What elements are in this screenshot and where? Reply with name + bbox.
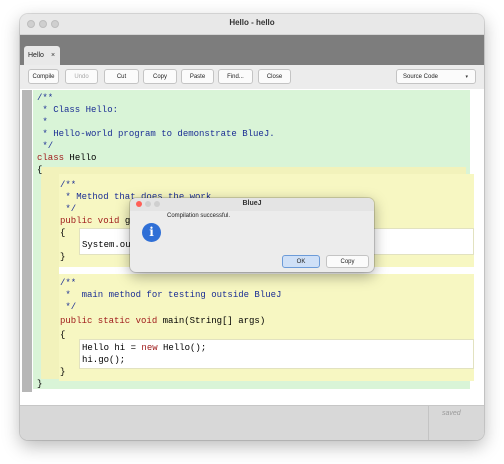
code-line: { [37,165,43,175]
code-line: public void g [60,215,130,227]
info-icon: i [142,223,161,242]
keyword: class [37,153,65,163]
compile-button[interactable]: Compile [28,69,59,84]
tab-bar: Hello × [20,35,484,65]
close-button[interactable]: Close [258,69,291,84]
window-title: Hello - hello [229,18,275,27]
chevron-down-icon: ▾ [465,74,468,80]
code-line: { [60,330,66,340]
keyword: new [141,343,158,353]
code-line: public static void main(String[] args) [60,315,265,327]
ok-button[interactable]: OK [282,255,320,268]
code-token: Hello hi = [82,343,142,353]
code-line: } [60,367,66,377]
status-bar: saved [20,405,484,440]
code-line: * [37,117,48,127]
code-line: class Hello [37,152,96,164]
code-line: } [37,379,43,389]
code-line: { [60,228,66,238]
editor-toolbar: Compile Undo Cut Copy Paste Find... Clos… [20,65,484,89]
code-line: System.ou [82,240,131,250]
view-selector[interactable]: Source Code ▾ [396,69,476,84]
dialog-title-bar: BlueJ [130,198,374,211]
code-line: * Class Hello: [37,105,119,115]
find-button[interactable]: Find... [218,69,253,84]
copy-button[interactable]: Copy [143,69,177,84]
tab-close-icon[interactable]: × [51,46,55,65]
paste-button[interactable]: Paste [181,69,214,84]
code-token: Hello [64,153,97,163]
code-line: /** [60,278,77,288]
code-line: /** [60,180,77,190]
code-line: */ [60,302,77,312]
tab-hello[interactable]: Hello × [24,46,60,65]
dialog-message: Compilation successful. [167,213,231,219]
code-token: g [119,216,131,226]
compile-message-dialog: BlueJ Compilation successful. i OK Copy [130,198,374,272]
dialog-title: BlueJ [242,200,262,207]
cut-button[interactable]: Cut [104,69,139,84]
code-token: main(String[] args) [157,316,266,326]
save-status: saved [442,410,461,417]
code-line: * Hello-world program to demonstrate Blu… [37,129,275,139]
code-line: */ [60,204,77,214]
title-bar: Hello - hello [20,14,484,35]
tab-label: Hello [28,52,44,59]
code-line: hi.go(); [82,355,126,365]
line-gutter[interactable] [22,90,32,392]
code-line: Hello hi = new Hello(); [82,342,206,354]
view-selector-value: Source Code [403,74,439,80]
code-line: /** [37,93,54,103]
code-line: * main method for testing outside BlueJ [60,290,282,300]
keyword: public static void [60,316,158,326]
status-divider [428,406,429,440]
code-token: Hello(); [157,343,207,353]
keyword: public void [60,216,120,226]
copy-message-button[interactable]: Copy [326,255,369,268]
undo-button[interactable]: Undo [65,69,98,84]
code-line: } [60,252,66,262]
code-line: */ [37,141,54,151]
